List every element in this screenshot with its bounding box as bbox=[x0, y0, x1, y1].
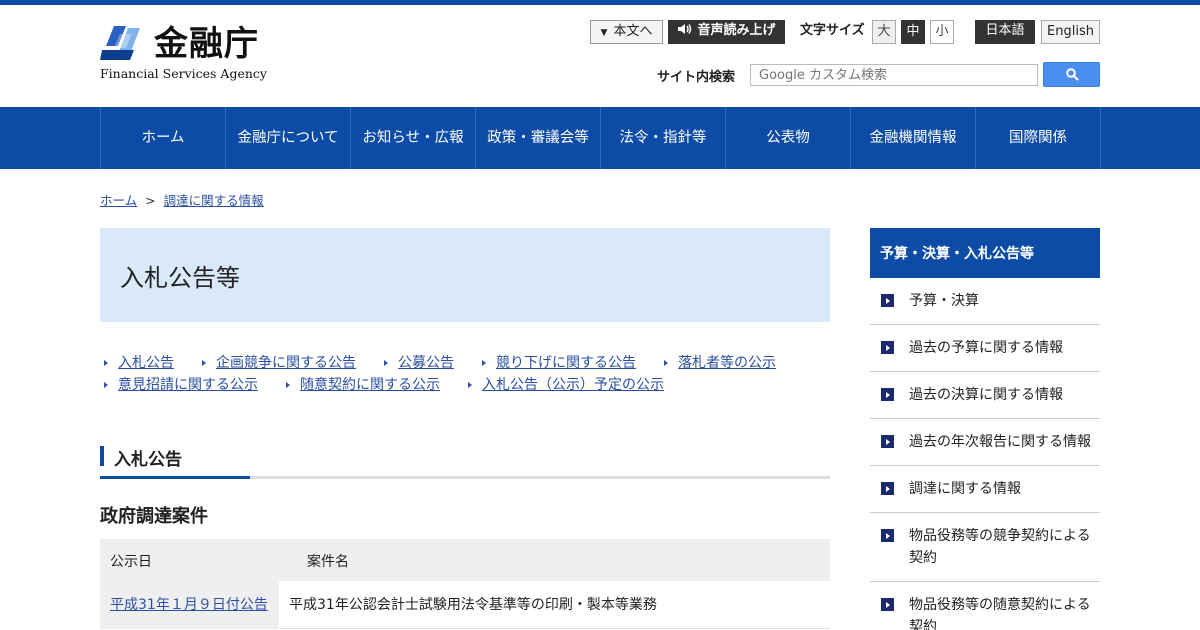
sidebar-item-past-budget[interactable]: 過去の予算に関する情報 bbox=[870, 325, 1100, 372]
anchor-link-public-offering[interactable]: 公募公告 bbox=[398, 355, 454, 371]
sidebar-item-label: 予算・決算 bbox=[909, 293, 979, 309]
font-size-medium-button[interactable]: 中 bbox=[901, 20, 925, 44]
nav-item-publications[interactable]: 公表物 bbox=[726, 107, 851, 169]
fsa-emblem-icon bbox=[100, 26, 140, 60]
anchor-link-reverse-auction[interactable]: 競り下げに関する公告 bbox=[496, 355, 636, 371]
breadcrumb-current-link[interactable]: 調達に関する情報 bbox=[164, 193, 264, 208]
arrow-right-icon bbox=[881, 294, 894, 307]
arrow-right-icon bbox=[881, 529, 894, 542]
nav-item-home[interactable]: ホーム bbox=[101, 107, 226, 169]
font-size-large-button[interactable]: 大 bbox=[872, 20, 896, 44]
sidebar-item-label: 調達に関する情報 bbox=[909, 481, 1021, 497]
sidebar-item-negotiated-contracts[interactable]: 物品役務等の随意契約による契約 bbox=[870, 582, 1100, 630]
site-search-label: サイト内検索 bbox=[657, 70, 736, 85]
procurement-table: 公示日 案件名 平成31年１月９日付公告 平成31年公認会計士試験用法令基準等の… bbox=[100, 539, 830, 629]
section-heading-text: 入札公告 bbox=[114, 450, 182, 470]
bullet-icon bbox=[104, 360, 108, 366]
notice-date-link[interactable]: 平成31年１月９日付公告 bbox=[110, 594, 268, 614]
bullet-icon bbox=[482, 360, 486, 366]
anchor-link-negotiated-contract[interactable]: 随意契約に関する公示 bbox=[300, 377, 440, 393]
arrow-right-icon bbox=[881, 435, 894, 448]
sidebar-item-past-annual-report[interactable]: 過去の年次報告に関する情報 bbox=[870, 419, 1100, 466]
table-header-name: 案件名 bbox=[307, 554, 349, 570]
bullet-icon bbox=[202, 360, 206, 366]
bullet-icon bbox=[104, 382, 108, 388]
sidebar-item-label: 物品役務等の競争契約による契約 bbox=[909, 528, 1091, 566]
read-aloud-label: 音声読み上げ bbox=[697, 23, 776, 38]
skip-to-content-label: 本文へ bbox=[613, 24, 653, 39]
nav-item-international[interactable]: 国際関係 bbox=[976, 107, 1101, 169]
anchor-link-item: 公募公告 bbox=[380, 352, 454, 374]
breadcrumb-home-link[interactable]: ホーム bbox=[100, 193, 137, 208]
bullet-icon bbox=[286, 382, 290, 388]
sidebar-item-label: 過去の予算に関する情報 bbox=[909, 340, 1063, 356]
table-cell-name: 平成31年公認会計士試験用法令基準等の印刷・製本等業務 bbox=[289, 597, 657, 613]
sidebar-item-budget[interactable]: 予算・決算 bbox=[870, 278, 1100, 325]
sidebar-item-label: 物品役務等の随意契約による契約 bbox=[909, 597, 1091, 630]
anchor-link-scheduled-notice[interactable]: 入札公告（公示）予定の公示 bbox=[482, 377, 664, 393]
anchor-link-item: 意見招請に関する公示 bbox=[100, 374, 258, 396]
speaker-icon bbox=[678, 24, 692, 34]
nav-item-news[interactable]: お知らせ・広報 bbox=[351, 107, 476, 169]
anchor-link-item: 落札者等の公示 bbox=[660, 352, 776, 374]
skip-to-content-button[interactable]: ▼ 本文へ bbox=[590, 20, 663, 44]
anchor-link-item: 企画競争に関する公告 bbox=[198, 352, 356, 374]
nav-item-institutions[interactable]: 金融機関情報 bbox=[851, 107, 976, 169]
anchor-link-planning-competition[interactable]: 企画競争に関する公告 bbox=[216, 355, 356, 371]
anchor-link-bid-notice[interactable]: 入札公告 bbox=[118, 355, 174, 371]
anchor-link-item: 競り下げに関する公告 bbox=[478, 352, 636, 374]
anchor-link-item: 随意契約に関する公示 bbox=[282, 374, 440, 396]
nav-item-policy[interactable]: 政策・審議会等 bbox=[476, 107, 601, 169]
breadcrumb-separator: > bbox=[145, 193, 156, 208]
arrow-right-icon bbox=[881, 598, 894, 611]
site-search-input[interactable] bbox=[750, 64, 1038, 86]
language-japanese-button[interactable]: 日本語 bbox=[975, 20, 1035, 44]
search-button[interactable] bbox=[1043, 62, 1100, 87]
logo-japanese-text: 金融庁 bbox=[154, 24, 259, 64]
nav-item-laws[interactable]: 法令・指針等 bbox=[601, 107, 726, 169]
table-header-row: 公示日 案件名 bbox=[100, 539, 830, 581]
table-cell-date: 平成31年１月９日付公告 bbox=[100, 581, 279, 629]
anchor-link-item: 入札公告（公示）予定の公示 bbox=[464, 374, 664, 396]
table-row: 平成31年１月９日付公告 平成31年公認会計士試験用法令基準等の印刷・製本等業務 bbox=[100, 581, 830, 629]
arrow-right-icon bbox=[881, 341, 894, 354]
sidebar-item-past-settlement[interactable]: 過去の決算に関する情報 bbox=[870, 372, 1100, 419]
sidebar: 予算・決算・入札公告等 予算・決算 過去の予算に関する情報 過去の決算に関する情… bbox=[870, 228, 1100, 630]
anchor-link-opinion-request[interactable]: 意見招請に関する公示 bbox=[118, 377, 258, 393]
sidebar-item-competitive-contracts[interactable]: 物品役務等の競争契約による契約 bbox=[870, 513, 1100, 582]
sub-heading: 政府調達案件 bbox=[100, 506, 208, 527]
bullet-icon bbox=[468, 382, 472, 388]
sidebar-heading[interactable]: 予算・決算・入札公告等 bbox=[870, 228, 1100, 278]
fsa-logo[interactable]: 金融庁 Financial Services Agency bbox=[100, 24, 270, 84]
sidebar-item-label: 過去の年次報告に関する情報 bbox=[909, 434, 1091, 450]
font-size-small-button[interactable]: 小 bbox=[930, 20, 954, 44]
heading-underline bbox=[100, 476, 250, 479]
global-nav: ホーム 金融庁について お知らせ・広報 政策・審議会等 法令・指針等 公表物 金… bbox=[0, 107, 1200, 169]
page-title-box: 入札公告等 bbox=[100, 228, 830, 322]
top-accent-bar bbox=[0, 0, 1200, 5]
triangle-down-icon: ▼ bbox=[600, 28, 608, 38]
section-heading: 入札公告 bbox=[100, 445, 830, 479]
arrow-right-icon bbox=[881, 482, 894, 495]
sidebar-item-procurement[interactable]: 調達に関する情報 bbox=[870, 466, 1100, 513]
bullet-icon bbox=[384, 360, 388, 366]
read-aloud-button[interactable]: 音声読み上げ bbox=[668, 20, 785, 44]
breadcrumb: ホーム > 調達に関する情報 bbox=[100, 190, 264, 209]
search-icon bbox=[1066, 68, 1079, 81]
font-size-label: 文字サイズ bbox=[800, 23, 865, 38]
table-header-date: 公示日 bbox=[110, 554, 152, 570]
arrow-right-icon bbox=[881, 388, 894, 401]
logo-english-text: Financial Services Agency bbox=[100, 66, 267, 81]
language-english-button[interactable]: English bbox=[1041, 20, 1100, 44]
anchor-link-winning-bidder[interactable]: 落札者等の公示 bbox=[678, 355, 776, 371]
heading-accent-bar bbox=[100, 446, 104, 466]
anchor-link-item: 入札公告 bbox=[100, 352, 174, 374]
sidebar-item-label: 過去の決算に関する情報 bbox=[909, 387, 1063, 403]
bullet-icon bbox=[664, 360, 668, 366]
page-title: 入札公告等 bbox=[120, 264, 240, 292]
nav-item-about[interactable]: 金融庁について bbox=[226, 107, 351, 169]
